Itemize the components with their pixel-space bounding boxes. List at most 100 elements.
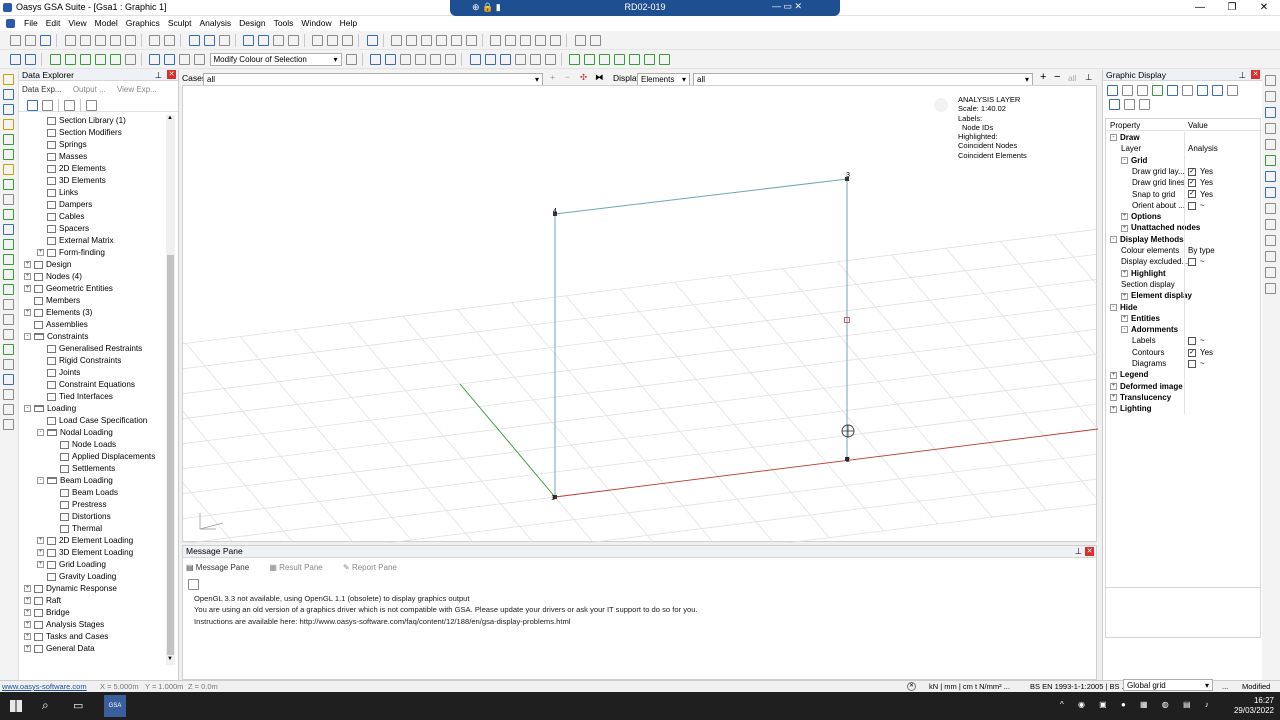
- chevron-down-icon[interactable]: [3, 194, 14, 205]
- element-beam[interactable]: [554, 178, 848, 215]
- pin-icon[interactable]: ⊥: [1239, 70, 1246, 80]
- sculpt-g-icon[interactable]: [659, 54, 670, 65]
- website-link[interactable]: www.oasys-software.com: [2, 681, 87, 692]
- taskbar-gsa-app[interactable]: GSA: [104, 695, 126, 717]
- right-tool-n-icon[interactable]: [1265, 283, 1276, 294]
- property-row[interactable]: + Element display: [1106, 290, 1264, 302]
- forward-icon[interactable]: [203, 35, 215, 46]
- label-icon[interactable]: [505, 35, 517, 46]
- property-row[interactable]: + Deformed image: [1106, 380, 1264, 392]
- display-d-icon[interactable]: [1152, 85, 1163, 96]
- beam-load-icon[interactable]: [484, 54, 496, 65]
- checkbox[interactable]: ✓: [1188, 167, 1196, 176]
- property-row[interactable]: + Highlight: [1106, 267, 1264, 279]
- expand-icon[interactable]: +: [24, 597, 31, 605]
- close-icon[interactable]: ✕: [1251, 70, 1260, 79]
- target-icon[interactable]: ✣: [580, 72, 587, 83]
- beam-tool-icon[interactable]: [3, 104, 14, 115]
- sculpt-f-icon[interactable]: [644, 54, 655, 65]
- expand-icon[interactable]: +: [24, 645, 31, 653]
- sum-selection-icon[interactable]: [327, 35, 339, 46]
- pencil-tool-icon[interactable]: [3, 74, 14, 85]
- collapse-icon[interactable]: -: [37, 429, 44, 437]
- tree-item[interactable]: + Elements (3): [24, 307, 92, 319]
- display-i-icon[interactable]: [1227, 85, 1238, 96]
- expand-icon[interactable]: +: [24, 585, 31, 593]
- menu-analysis[interactable]: Analysis: [195, 16, 235, 30]
- open-file-icon[interactable]: [25, 35, 37, 46]
- modify-mode-combo[interactable]: Modify Colour of Selection ▾: [209, 53, 342, 66]
- property-value[interactable]: ~: [1188, 256, 1205, 267]
- tree-item[interactable]: + General Data: [24, 643, 95, 655]
- axis-icon[interactable]: [415, 54, 427, 65]
- split-tool-icon[interactable]: [3, 284, 14, 295]
- tree-item[interactable]: + Dynamic Response: [24, 583, 117, 595]
- menu-help[interactable]: Help: [336, 16, 361, 30]
- property-row[interactable]: - Display Methods: [1106, 233, 1264, 245]
- checkbox[interactable]: ✓: [1188, 179, 1196, 188]
- tree-item[interactable]: Applied Displacements: [50, 451, 155, 463]
- right-tool-f-icon[interactable]: [1265, 155, 1276, 166]
- edit-icon[interactable]: [1109, 99, 1120, 110]
- graphic-view-icon[interactable]: [272, 35, 284, 46]
- collapse-icon[interactable]: -: [1110, 303, 1117, 311]
- tree-item[interactable]: Gravity Loading: [37, 571, 116, 583]
- property-row[interactable]: Labels ~: [1106, 335, 1264, 347]
- right-tool-k-icon[interactable]: [1265, 235, 1276, 246]
- menu-graphics[interactable]: Graphics: [122, 16, 164, 30]
- sum-clear-icon[interactable]: [342, 35, 354, 46]
- property-value[interactable]: ✓ Yes: [1188, 347, 1213, 358]
- tree-item[interactable]: External Matrix: [37, 235, 114, 247]
- tree-item[interactable]: Settlements: [50, 463, 115, 475]
- tree-item[interactable]: +2D Element Loading: [37, 535, 133, 547]
- cut-icon[interactable]: [64, 35, 76, 46]
- right-tool-d-icon[interactable]: [1265, 123, 1276, 134]
- wand-icon[interactable]: [218, 35, 230, 46]
- tree-item[interactable]: Load Case Specification: [37, 415, 147, 427]
- tab-report-pane[interactable]: ✎ Report Pane: [343, 563, 406, 572]
- property-row[interactable]: + Unattached nodes: [1106, 222, 1264, 234]
- tree-item[interactable]: Distortions: [50, 511, 111, 523]
- select-icon[interactable]: [10, 54, 22, 65]
- tree-item[interactable]: - Constraints: [24, 331, 88, 343]
- explorer-table-icon[interactable]: [42, 100, 53, 111]
- property-row[interactable]: + Legend: [1106, 369, 1264, 381]
- tree-item[interactable]: - Loading: [24, 403, 76, 415]
- restore-icon[interactable]: ❐: [1216, 0, 1248, 16]
- expand-icon[interactable]: +: [24, 273, 31, 281]
- right-tool-a-icon[interactable]: [1265, 75, 1276, 86]
- zoom-tool-icon[interactable]: [3, 224, 14, 235]
- tree-item[interactable]: + Analysis Stages: [24, 619, 104, 631]
- right-tool-b-icon[interactable]: [1265, 91, 1276, 102]
- tree-item[interactable]: Members: [24, 295, 80, 307]
- tile-window-icon[interactable]: [242, 35, 254, 46]
- measure-tool-icon[interactable]: [3, 344, 14, 355]
- label-elements-icon[interactable]: [164, 54, 176, 65]
- color-picker-icon[interactable]: [345, 54, 357, 65]
- pin-icon[interactable]: ⊥: [1075, 546, 1082, 556]
- checkbox[interactable]: [1188, 359, 1196, 368]
- property-value[interactable]: ✓ Yes: [1188, 189, 1213, 200]
- tab-result-pane[interactable]: ▦ Result Pane: [269, 563, 331, 572]
- tree-item[interactable]: Tied Interfaces: [37, 391, 113, 403]
- tree-item[interactable]: Masses: [37, 151, 87, 163]
- right-tool-i-icon[interactable]: [1265, 203, 1276, 214]
- expand-icon[interactable]: +: [24, 309, 31, 317]
- pointer-t-icon[interactable]: [3, 389, 14, 400]
- right-tool-m-icon[interactable]: [1265, 267, 1276, 278]
- pin-icon[interactable]: ⊥: [1085, 72, 1092, 83]
- rotate-icon[interactable]: [451, 35, 462, 46]
- right-tool-l-icon[interactable]: [1265, 251, 1276, 262]
- display-g-icon[interactable]: [1197, 85, 1208, 96]
- connect-tool-icon[interactable]: [3, 269, 14, 280]
- windows-start-icon[interactable]: [10, 700, 22, 712]
- section-icon[interactable]: [445, 54, 457, 65]
- expand-icon[interactable]: +: [1121, 315, 1128, 323]
- menu-view[interactable]: View: [64, 16, 90, 30]
- property-row[interactable]: + Entities: [1106, 312, 1264, 324]
- tree-item[interactable]: + Tasks and Cases: [24, 631, 108, 643]
- expand-icon[interactable]: +: [1121, 292, 1128, 300]
- display-f-icon[interactable]: [1182, 85, 1193, 96]
- output-view-icon[interactable]: [287, 35, 299, 46]
- link-icon[interactable]: [466, 35, 477, 46]
